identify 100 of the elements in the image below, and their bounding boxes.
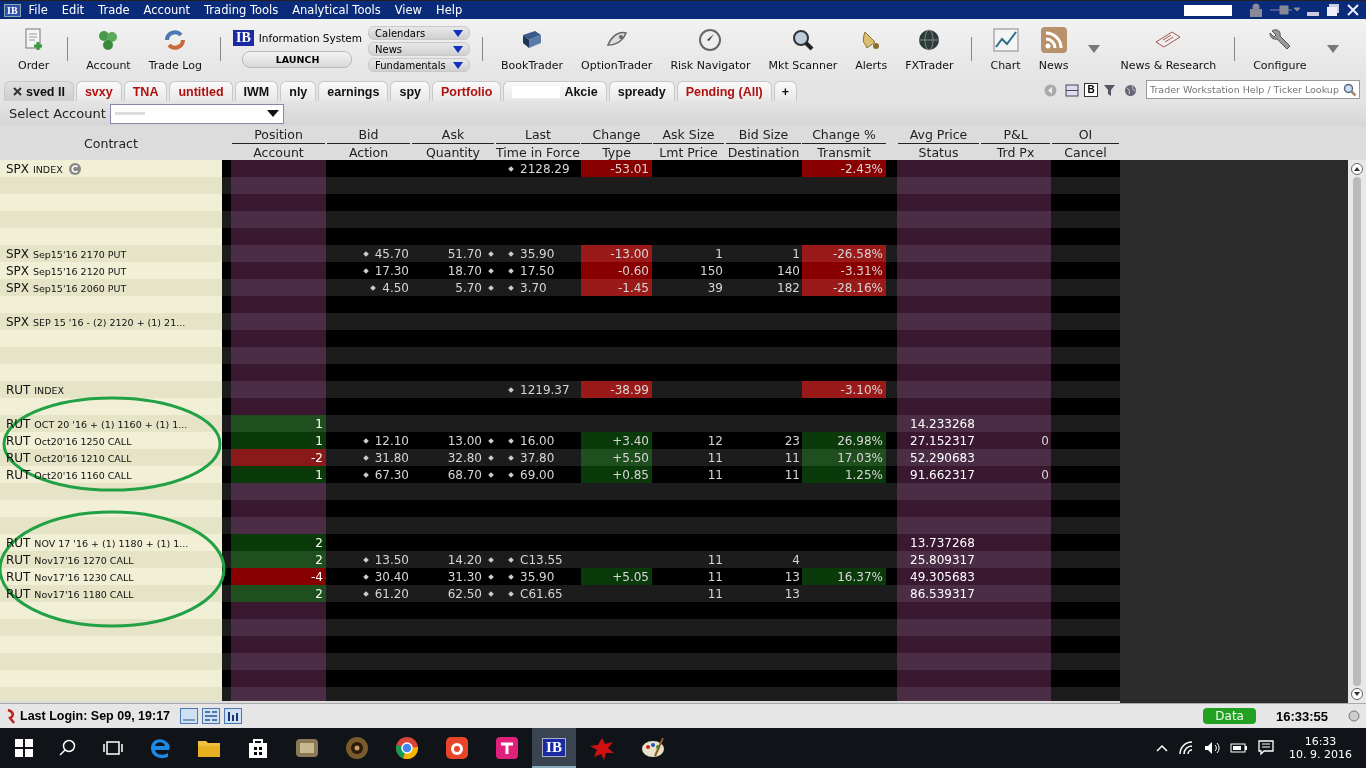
table-row[interactable]: SPX Sep15'16 2060 PUT 4.50 5.70 3.70 -1.45 39 182 -28.16% — [0, 279, 1120, 296]
taskbar-app-button[interactable]: IB — [532, 728, 576, 768]
battery-icon[interactable] — [1230, 742, 1248, 754]
globe-icon[interactable] — [1124, 84, 1137, 97]
column-header[interactable]: Lmt Price — [653, 144, 724, 160]
layout-icon[interactable] — [202, 708, 221, 724]
caret-icon[interactable] — [1088, 45, 1101, 53]
volume-icon[interactable] — [1204, 741, 1220, 755]
column-header[interactable]: Quantity — [412, 144, 494, 160]
column-header[interactable]: Action — [327, 144, 410, 160]
bar-chart-icon[interactable] — [224, 708, 243, 724]
toolbar-button[interactable]: News — [1032, 26, 1075, 72]
chevron-up-icon[interactable] — [1156, 744, 1168, 752]
column-header[interactable]: Destination — [726, 144, 801, 160]
toolbar-button[interactable]: Account — [80, 26, 137, 72]
tab[interactable]: Portfolio — [432, 81, 502, 101]
table-row[interactable] — [0, 619, 1120, 636]
task-view-icon[interactable] — [103, 740, 123, 756]
column-header[interactable]: Change % — [802, 126, 886, 144]
table-row[interactable] — [0, 347, 1120, 364]
tab[interactable]: sved II — [4, 81, 74, 101]
folder-icon[interactable] — [197, 738, 221, 758]
table-row[interactable]: RUT Nov17'16 1270 CALL 2 13.50 14.20 C13.55 11 4 25.809317 — [0, 551, 1120, 568]
table-row[interactable] — [0, 177, 1120, 194]
notification-icon[interactable] — [1258, 740, 1274, 756]
tab[interactable]: IWM — [234, 81, 279, 101]
tab[interactable]: svxy — [75, 81, 122, 101]
launch-button[interactable]: LAUNCH — [242, 51, 353, 68]
column-header[interactable]: P&L — [981, 126, 1050, 144]
user-lock-icon[interactable] — [1248, 3, 1264, 17]
column-header[interactable]: Avg Price — [898, 126, 979, 144]
filter-icon[interactable] — [1103, 84, 1116, 97]
tab[interactable]: spy — [390, 81, 430, 101]
toolbar-button[interactable]: Configure — [1247, 26, 1313, 72]
bold-button[interactable]: B — [1084, 83, 1098, 97]
table-row[interactable] — [0, 483, 1120, 500]
layout-icon[interactable] — [1065, 84, 1079, 97]
clock-time[interactable]: 16:33 — [1304, 735, 1337, 748]
scrollbar[interactable] — [1348, 160, 1366, 703]
dropdown-button[interactable]: News — [368, 42, 471, 56]
toolbar-button[interactable]: BookTrader — [495, 26, 570, 72]
restore-icon[interactable] — [1326, 3, 1340, 17]
search-field[interactable]: Trader Workstation Help / Ticker Lookup — [1146, 80, 1360, 99]
wifi-icon[interactable] — [1178, 741, 1194, 755]
tab[interactable]: nly — [280, 81, 317, 101]
column-header[interactable]: Last — [496, 126, 580, 144]
toolbar-button[interactable]: Risk Navigator — [664, 26, 757, 72]
tab[interactable]: Pending (All) — [676, 81, 772, 101]
column-header[interactable]: Type — [581, 144, 652, 160]
toolbar-button[interactable]: News & Research — [1114, 26, 1223, 72]
column-header[interactable]: Bid — [327, 126, 410, 144]
layout-icon[interactable] — [180, 708, 199, 724]
splat-icon[interactable] — [589, 736, 615, 760]
dropdown-button[interactable]: Calendars — [368, 26, 471, 40]
menu-item[interactable]: Edit — [61, 3, 85, 17]
table-row[interactable] — [0, 211, 1120, 228]
search-icon[interactable] — [59, 739, 77, 757]
close-icon[interactable] — [13, 87, 22, 96]
toolbar-button[interactable]: Alerts — [849, 26, 894, 72]
tab[interactable]: earnings — [318, 81, 389, 101]
tab[interactable]: TNA — [123, 81, 168, 101]
column-header[interactable]: Change — [581, 126, 652, 144]
column-header[interactable]: OI — [1052, 126, 1119, 144]
column-header[interactable]: Cancel — [1052, 144, 1119, 160]
windows-start-icon[interactable] — [15, 739, 33, 757]
toolbar-button[interactable]: OptionTrader — [575, 26, 659, 72]
toolbar-button[interactable]: Order — [12, 26, 56, 72]
column-header[interactable]: Ask Size — [653, 126, 724, 144]
column-header[interactable]: Contract — [0, 126, 222, 160]
clock-date[interactable]: 10. 9. 2016 — [1289, 748, 1352, 761]
app-icon[interactable] — [495, 736, 519, 760]
column-header[interactable]: Ask — [412, 126, 494, 144]
caret-icon[interactable] — [1326, 45, 1339, 53]
browser-icon[interactable] — [395, 736, 419, 760]
table-row[interactable]: RUT INDEX 1219.37 -38.99 -3.10% — [0, 381, 1120, 398]
menu-item[interactable]: Trade — [98, 3, 130, 17]
menu-item[interactable]: Account — [143, 3, 191, 17]
column-header[interactable]: Status — [898, 144, 979, 160]
pin-icon[interactable] — [1270, 4, 1300, 16]
app-icon[interactable] — [295, 736, 319, 760]
tab[interactable]: spready — [608, 81, 675, 101]
menu-item[interactable]: Trading Tools — [204, 3, 279, 17]
column-header[interactable]: Position — [232, 126, 325, 144]
account-dropdown[interactable] — [109, 103, 284, 124]
menu-item[interactable]: View — [394, 3, 422, 17]
column-header[interactable]: Bid Size — [726, 126, 801, 144]
menu-item[interactable]: File — [28, 3, 48, 17]
scroll-down-icon[interactable] — [1351, 688, 1363, 700]
table-row[interactable] — [0, 687, 1120, 701]
speaker-app-icon[interactable] — [345, 736, 369, 760]
scroll-up-icon[interactable] — [1351, 163, 1363, 175]
table-row[interactable]: SPX Sep15'16 2170 PUT 45.70 51.70 35.90 -13.00 1 1 -26.58% — [0, 245, 1120, 262]
app-icon[interactable] — [445, 736, 469, 760]
column-header[interactable]: Time in Force — [496, 144, 580, 160]
dropdown-button[interactable]: Fundamentals — [368, 58, 471, 72]
column-header[interactable]: Transmit — [802, 144, 886, 160]
tab[interactable]: Akcie — [503, 81, 607, 101]
menu-item[interactable]: Help — [436, 3, 463, 17]
add-tab-button[interactable]: + — [773, 81, 798, 101]
store-bag-icon[interactable] — [247, 737, 269, 759]
